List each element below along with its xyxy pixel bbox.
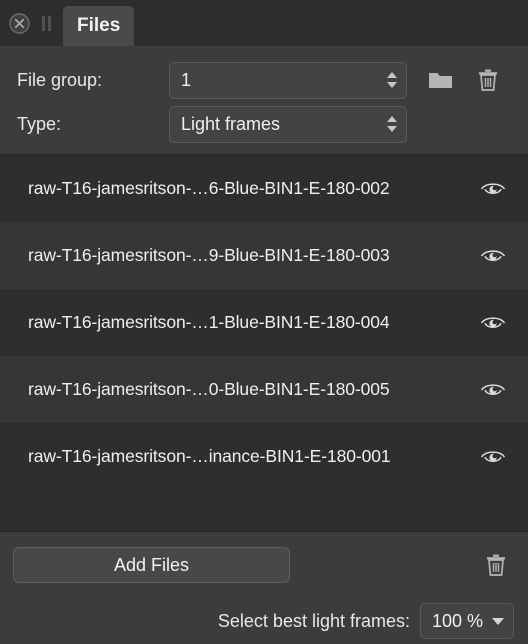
table-row[interactable]: raw-T16-jamesritson-…9-Blue-BIN1-E-180-0…	[0, 222, 528, 289]
eye-icon[interactable]	[476, 382, 510, 398]
pause-icon[interactable]	[42, 15, 51, 31]
stepper-down-arrow[interactable]	[387, 82, 397, 88]
eye-icon[interactable]	[476, 449, 510, 465]
type-value: Light frames	[181, 113, 281, 134]
chevron-down-icon[interactable]	[492, 617, 504, 625]
percent-select[interactable]: 100 %	[420, 603, 514, 639]
file-group-label: File group:	[17, 69, 103, 90]
tab-bar: Files	[0, 0, 528, 46]
tab-bar-controls	[0, 0, 51, 46]
select-best-label: Select best light frames:	[217, 610, 410, 631]
file-group-input[interactable]: 1	[169, 61, 407, 99]
add-files-button[interactable]: Add Files	[13, 547, 290, 583]
file-name: raw-T16-jamesritson-…inance-BIN1-E-180-0…	[28, 446, 391, 466]
up-down-stepper-icon[interactable]	[387, 72, 397, 88]
file-list[interactable]: raw-T16-jamesritson-…6-Blue-BIN1-E-180-0…	[0, 154, 528, 532]
eye-icon[interactable]	[476, 315, 510, 331]
file-name: raw-T16-jamesritson-…9-Blue-BIN1-E-180-0…	[28, 245, 390, 265]
type-label: Type:	[17, 113, 62, 134]
type-stepper-icon[interactable]	[387, 116, 397, 132]
eye-icon[interactable]	[476, 248, 510, 264]
table-row[interactable]: raw-T16-jamesritson-…inance-BIN1-E-180-0…	[0, 423, 528, 490]
type-stepper-down-arrow[interactable]	[387, 126, 397, 132]
file-name: raw-T16-jamesritson-…0-Blue-BIN1-E-180-0…	[28, 379, 390, 399]
bottom-controls: Add Files Select best light frames: 100 …	[0, 532, 528, 644]
trash-icon-top[interactable]	[473, 68, 503, 92]
close-circle-icon[interactable]	[9, 12, 30, 34]
pause-bar-right	[48, 15, 51, 31]
add-files-row: Add Files	[0, 542, 528, 588]
type-select[interactable]: Light frames	[169, 105, 407, 143]
table-row[interactable]: raw-T16-jamesritson-…0-Blue-BIN1-E-180-0…	[0, 356, 528, 423]
file-name: raw-T16-jamesritson-…6-Blue-BIN1-E-180-0…	[28, 178, 390, 198]
select-best-row: Select best light frames: 100 %	[0, 588, 528, 644]
table-row[interactable]: raw-T16-jamesritson-…6-Blue-BIN1-E-180-0…	[0, 155, 528, 222]
pause-bar-left	[42, 15, 45, 31]
form-area: File group: 1 Type: Light frames	[0, 46, 528, 154]
stepper-up-arrow[interactable]	[387, 72, 397, 78]
percent-value: 100 %	[432, 610, 484, 631]
file-group-value: 1	[181, 69, 192, 90]
files-panel: Files File group: 1 Type: Light frames r…	[0, 0, 528, 644]
eye-icon[interactable]	[476, 181, 510, 197]
folder-icon[interactable]	[425, 70, 455, 90]
type-row: Type: Light frames	[0, 102, 528, 146]
trash-icon-bottom[interactable]	[481, 553, 511, 577]
tab-files[interactable]: Files	[63, 6, 135, 46]
file-group-row: File group: 1	[0, 58, 528, 102]
file-name: raw-T16-jamesritson-…1-Blue-BIN1-E-180-0…	[28, 312, 390, 332]
type-stepper-up-arrow[interactable]	[387, 116, 397, 122]
table-row[interactable]: raw-T16-jamesritson-…1-Blue-BIN1-E-180-0…	[0, 289, 528, 356]
